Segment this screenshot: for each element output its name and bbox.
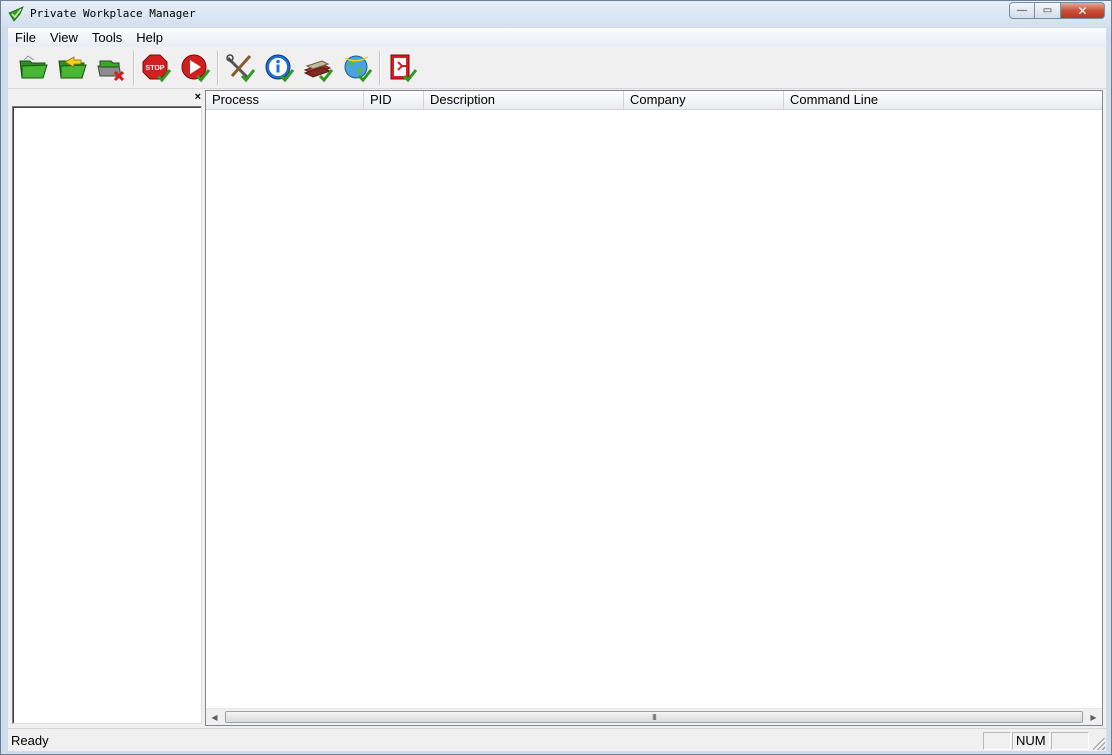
- list-header: Process PID Description Company Command …: [206, 91, 1102, 110]
- status-panel-empty: [983, 732, 1011, 750]
- pane-close-icon[interactable]: ×: [195, 91, 201, 103]
- column-header-company[interactable]: Company: [624, 91, 784, 110]
- minimize-button[interactable]: —: [1009, 2, 1035, 19]
- status-num-indicator: NUM: [1012, 732, 1050, 750]
- toolbar-button-exit[interactable]: [385, 51, 419, 85]
- toolbar-separator: [379, 51, 381, 85]
- toolbar-button-start[interactable]: [178, 51, 212, 85]
- svg-text:STOP: STOP: [146, 65, 165, 72]
- menu-view[interactable]: View: [43, 28, 85, 47]
- window-title: Private Workplace Manager: [30, 7, 196, 20]
- status-bar: Ready NUM: [8, 728, 1106, 751]
- scrollbar-thumb[interactable]: III: [225, 711, 1083, 723]
- info-icon: [265, 54, 295, 83]
- app-logo-icon: [8, 6, 24, 22]
- column-header-description[interactable]: Description: [424, 91, 624, 110]
- status-text: Ready: [11, 733, 49, 748]
- toolbar-button-open[interactable]: [16, 51, 50, 85]
- app-window: Private Workplace Manager — ▭ ✕ File Vie…: [0, 0, 1112, 755]
- maximize-button[interactable]: ▭: [1035, 2, 1061, 19]
- window-controls: — ▭ ✕: [1009, 2, 1105, 19]
- toolbar-button-move[interactable]: [55, 51, 89, 85]
- column-header-pid[interactable]: PID: [364, 91, 424, 110]
- client-area: File View Tools Help STOP × Process PID …: [8, 28, 1106, 751]
- menu-file[interactable]: File: [8, 28, 43, 47]
- status-panel-empty: [1051, 732, 1089, 750]
- column-header-command-line[interactable]: Command Line: [784, 91, 1102, 110]
- play-icon: [181, 54, 211, 83]
- left-pane: ×: [8, 90, 205, 726]
- toolbar-button-remove[interactable]: [94, 51, 128, 85]
- toolbar-button-help[interactable]: [301, 51, 335, 85]
- toolbar-separator: [217, 51, 219, 85]
- menu-bar: File View Tools Help: [8, 28, 1106, 47]
- tree-view[interactable]: [12, 106, 202, 724]
- toolbar-separator: [133, 51, 135, 85]
- folder-arrow-icon: [58, 56, 87, 79]
- title-bar[interactable]: Private Workplace Manager — ▭ ✕: [1, 1, 1111, 27]
- tools-icon: [226, 54, 256, 83]
- drive-delete-icon: [97, 60, 125, 82]
- process-list[interactable]: Process PID Description Company Command …: [205, 90, 1103, 726]
- column-header-process[interactable]: Process: [206, 91, 364, 110]
- globe-icon: [344, 55, 373, 83]
- horizontal-scrollbar[interactable]: ◀ III ▶: [206, 708, 1102, 725]
- toolbar-button-info[interactable]: [262, 51, 296, 85]
- menu-help[interactable]: Help: [129, 28, 170, 47]
- books-icon: [303, 60, 334, 83]
- menu-tools[interactable]: Tools: [85, 28, 129, 47]
- toolbar-button-tools[interactable]: [223, 51, 257, 85]
- folder-open-icon: [19, 55, 48, 79]
- toolbar: STOP: [8, 47, 1106, 89]
- stop-icon: STOP: [142, 54, 172, 83]
- close-button[interactable]: ✕: [1061, 2, 1105, 19]
- scroll-right-icon[interactable]: ▶: [1085, 709, 1102, 725]
- toolbar-button-stop[interactable]: STOP: [139, 51, 173, 85]
- exit-icon: [390, 54, 418, 83]
- scroll-left-icon[interactable]: ◀: [206, 709, 223, 725]
- toolbar-button-web[interactable]: [340, 51, 374, 85]
- resize-grip-icon[interactable]: [1093, 738, 1105, 750]
